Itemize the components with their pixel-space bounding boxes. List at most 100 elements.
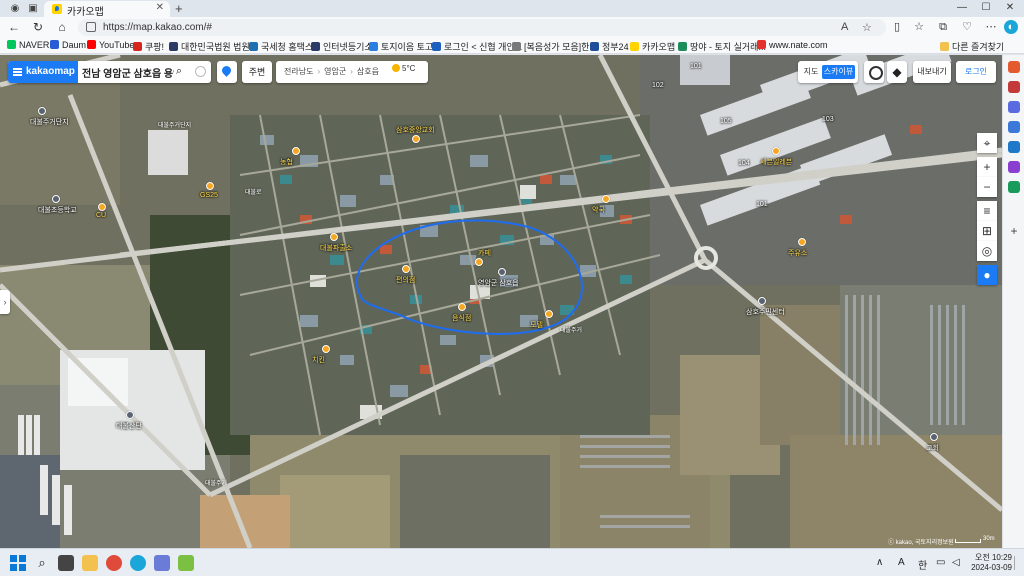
roadview-icon[interactable] bbox=[864, 61, 884, 83]
poi-label[interactable]: 대불산단 bbox=[116, 421, 142, 431]
favorites-icon[interactable]: ☆ bbox=[912, 20, 926, 34]
task-view-icon[interactable] bbox=[58, 555, 74, 571]
poi-marker[interactable] bbox=[330, 233, 338, 241]
edge-icon[interactable] bbox=[130, 555, 146, 571]
map-type-map[interactable]: 지도 bbox=[802, 65, 820, 79]
poi-label[interactable]: CU bbox=[96, 212, 106, 219]
poi-label[interactable]: 교회 bbox=[926, 443, 939, 453]
more-menu-icon[interactable]: ⋯ bbox=[984, 20, 998, 34]
bookmark-court[interactable]: 대한민국법원 법원... bbox=[169, 40, 257, 52]
bookmark-gov24[interactable]: 정부24 bbox=[590, 40, 629, 52]
site-info-icon[interactable] bbox=[86, 22, 96, 32]
poi-marker[interactable] bbox=[458, 303, 466, 311]
other-bookmarks[interactable]: 다른 즐겨찾기 bbox=[940, 40, 1004, 52]
breadcrumb-item[interactable]: 삼호읍 bbox=[357, 67, 379, 76]
poi-marker[interactable] bbox=[52, 195, 60, 203]
poi-label[interactable]: 대불초등학교 bbox=[38, 205, 77, 215]
sidebar-games-icon[interactable] bbox=[1008, 121, 1020, 133]
split-screen-icon[interactable]: ▯ bbox=[890, 20, 904, 34]
breadcrumb-item[interactable]: 영암군 bbox=[324, 67, 346, 76]
poi-marker[interactable] bbox=[38, 107, 46, 115]
poi-label[interactable]: 약국 bbox=[592, 205, 605, 215]
map-canvas[interactable]: 대불주거단지 대불로 대불주거 대불주거 대불주거단지 대불초등학교 GS25 … bbox=[0, 55, 1002, 548]
poi-marker[interactable] bbox=[292, 147, 300, 155]
poi-marker[interactable] bbox=[412, 135, 420, 143]
poi-marker[interactable] bbox=[545, 310, 553, 318]
ruler-icon[interactable]: ≡ bbox=[977, 201, 997, 221]
poi-marker[interactable] bbox=[758, 297, 766, 305]
poi-label[interactable]: 삼호주민센터 bbox=[746, 307, 785, 317]
sidebar-add-icon[interactable]: + bbox=[1008, 225, 1020, 237]
weather-widget[interactable]: 5°C bbox=[392, 64, 415, 73]
poi-marker[interactable] bbox=[206, 182, 214, 190]
poi-marker[interactable] bbox=[930, 433, 938, 441]
tab-actions-icon[interactable]: ▣ bbox=[26, 2, 40, 15]
bookmark-daum[interactable]: Daum bbox=[50, 40, 86, 52]
poi-label[interactable]: 대불주거단지 bbox=[30, 117, 69, 127]
poi-label[interactable]: 치킨 bbox=[312, 355, 325, 365]
home-icon[interactable]: ⌂ bbox=[54, 20, 70, 35]
layers-icon[interactable]: ◆ bbox=[887, 61, 907, 83]
address-bar[interactable]: https://map.kakao.com/# A ☆ bbox=[78, 19, 886, 36]
poi-label[interactable]: 영암군 삼호읍 bbox=[478, 278, 519, 288]
poi-marker[interactable] bbox=[498, 268, 506, 276]
breadcrumb-item[interactable]: 전라남도 bbox=[284, 67, 313, 76]
poi-marker[interactable] bbox=[322, 345, 330, 353]
sidebar-shopping-icon[interactable] bbox=[1008, 81, 1020, 93]
app-green-icon[interactable] bbox=[178, 555, 194, 571]
place-pin-icon[interactable]: ● bbox=[977, 265, 997, 285]
poi-marker[interactable] bbox=[798, 238, 806, 246]
satellite-imagery[interactable] bbox=[0, 55, 1002, 548]
poi-label[interactable]: 편의점 bbox=[396, 275, 415, 285]
poi-marker[interactable] bbox=[126, 411, 134, 419]
current-location-icon[interactable]: ⌖ bbox=[977, 133, 997, 153]
bookmark-nate[interactable]: www.nate.com bbox=[757, 40, 828, 52]
map-type-toggle[interactable]: 지도 스카이뷰 bbox=[798, 61, 858, 83]
search-input[interactable]: 전남 영암군 삼호읍 용앙리 bbox=[82, 65, 174, 79]
poi-label[interactable]: 주유소 bbox=[788, 248, 807, 258]
zoom-in-button[interactable]: + bbox=[977, 157, 997, 177]
area-measure-icon[interactable]: ⊞ bbox=[977, 221, 997, 241]
poi-label[interactable]: 삼호중앙교회 bbox=[396, 125, 435, 135]
poi-label[interactable]: 카페 bbox=[478, 248, 491, 258]
collections-icon[interactable]: ⧉ bbox=[936, 20, 950, 34]
kakaomap-logo[interactable]: kakaomap bbox=[8, 61, 78, 83]
poi-label[interactable]: 농협 bbox=[280, 157, 293, 167]
bookmark-kakaomap[interactable]: 카카오맵 bbox=[630, 40, 675, 52]
favorite-star-icon[interactable]: ☆ bbox=[862, 21, 872, 34]
bookmark-youtube[interactable]: YouTube bbox=[87, 40, 134, 52]
tab-kakaomap[interactable]: 카카오맵 ✕ bbox=[44, 1, 170, 18]
minimize-button[interactable]: — bbox=[950, 2, 974, 13]
nearby-button[interactable]: 주변 bbox=[242, 61, 272, 83]
ime-mode[interactable]: A bbox=[898, 557, 905, 568]
language-indicator[interactable]: 한 bbox=[918, 557, 927, 572]
poi-marker[interactable] bbox=[475, 258, 483, 266]
bookmark-toji[interactable]: 토지이음 토고 bbox=[369, 40, 433, 52]
url-text[interactable]: https://map.kakao.com/# bbox=[103, 22, 212, 33]
zoom-out-button[interactable]: − bbox=[977, 177, 997, 197]
poi-label[interactable]: 대불파출소 bbox=[320, 243, 352, 253]
bookmark-gospel[interactable]: [복음성가 모음]한... bbox=[512, 40, 597, 52]
bookmark-registry[interactable]: 인터넷등기소 bbox=[311, 40, 373, 52]
poi-label[interactable]: 음식점 bbox=[452, 313, 471, 323]
close-tab-icon[interactable]: ✕ bbox=[156, 2, 164, 13]
read-aloud-icon[interactable]: A bbox=[841, 21, 848, 33]
poi-label[interactable]: 세븐일레븐 bbox=[760, 157, 792, 167]
poi-label[interactable]: GS25 bbox=[200, 192, 218, 199]
profile-icon[interactable]: ◉ bbox=[8, 2, 22, 15]
radius-icon[interactable]: ◎ bbox=[977, 241, 997, 261]
app-icon[interactable] bbox=[154, 555, 170, 571]
extensions-icon[interactable]: ♡ bbox=[960, 20, 974, 34]
poi-marker[interactable] bbox=[98, 203, 106, 211]
network-icon[interactable]: ▭ bbox=[936, 557, 945, 568]
map-type-skyview[interactable]: 스카이뷰 bbox=[822, 65, 855, 79]
new-tab-button[interactable]: + bbox=[175, 1, 183, 16]
my-location-pin-icon[interactable] bbox=[217, 61, 237, 83]
tray-chevron-icon[interactable]: ∧ bbox=[876, 557, 883, 568]
file-explorer-icon[interactable] bbox=[82, 555, 98, 571]
sidebar-drop-icon[interactable] bbox=[1008, 181, 1020, 193]
search-icon[interactable]: ⌕ bbox=[176, 65, 182, 78]
show-desktop-button[interactable] bbox=[1014, 556, 1020, 570]
clear-icon[interactable] bbox=[195, 66, 206, 77]
login-button[interactable]: 로그인 bbox=[956, 61, 996, 83]
